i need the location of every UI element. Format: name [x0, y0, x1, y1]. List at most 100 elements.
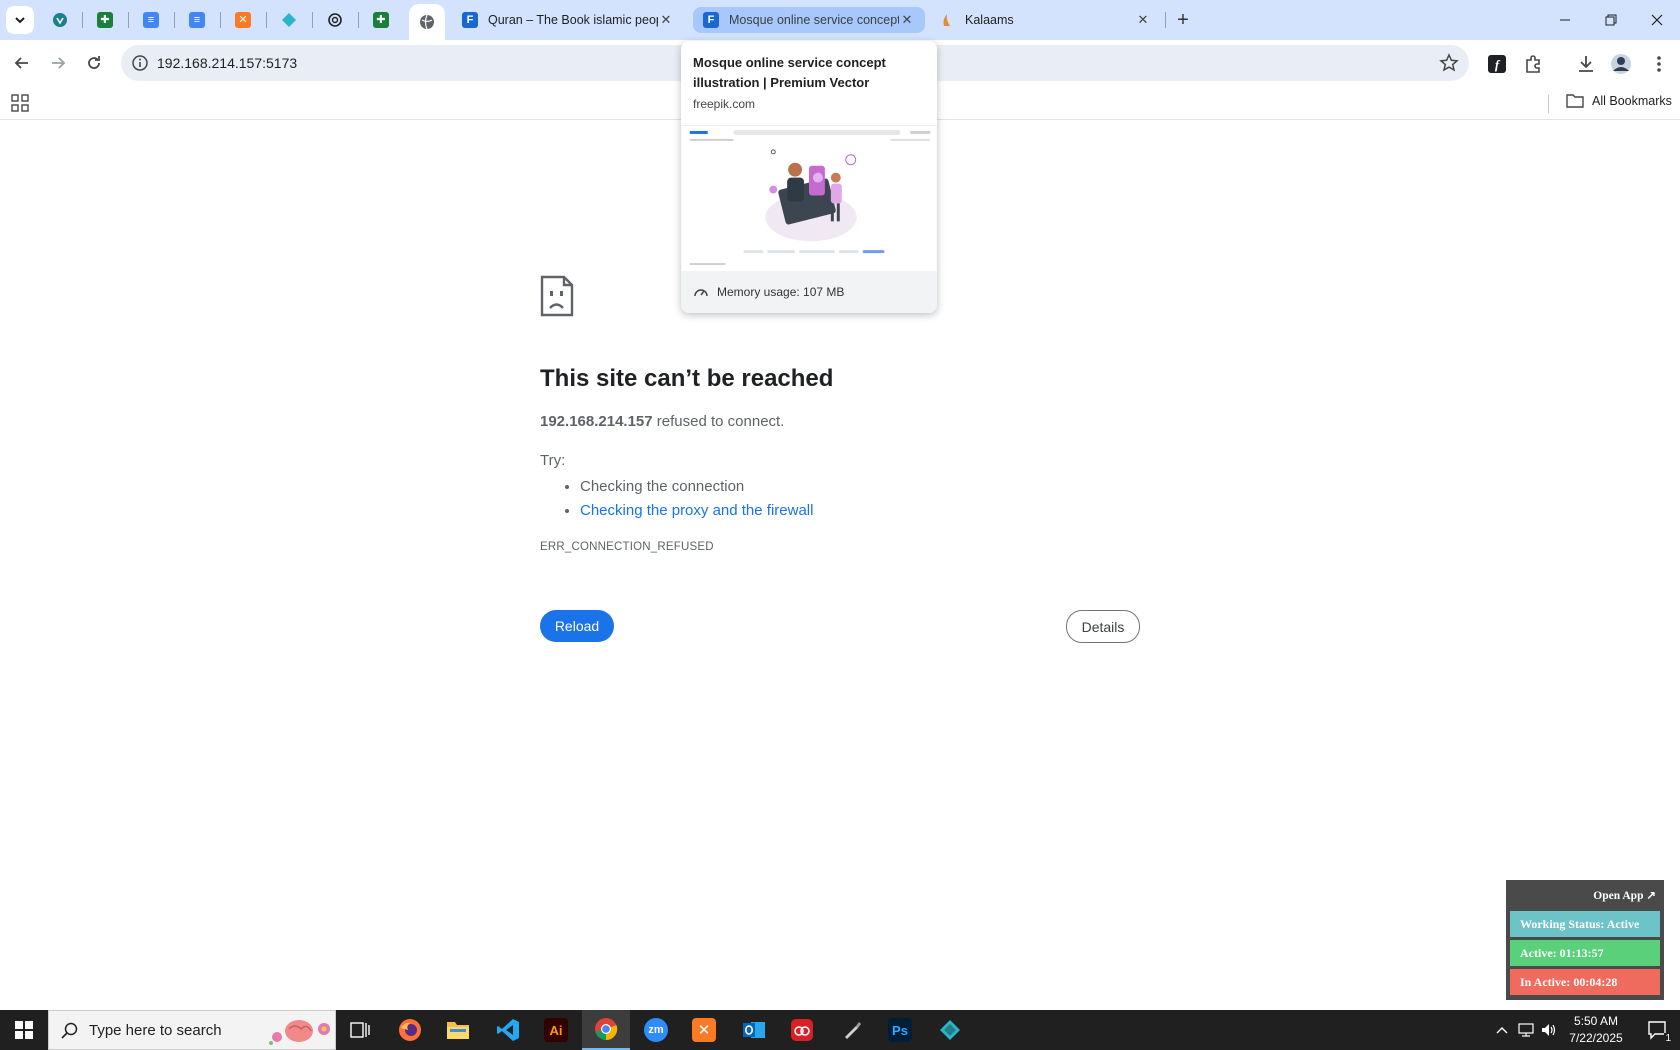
tab-mosque[interactable]: F Mosque online service concept ✕: [693, 7, 925, 33]
puzzle-icon: [1526, 55, 1540, 73]
chrome-menu-button[interactable]: [1648, 53, 1670, 75]
error-code: ERR_CONNECTION_REFUSED: [540, 541, 714, 553]
restore-button[interactable]: [1588, 0, 1634, 40]
reload-button[interactable]: Reload: [540, 610, 614, 642]
taskbar-chrome[interactable]: [582, 1010, 630, 1050]
openai-icon: [328, 13, 342, 27]
notification-center-button[interactable]: 1: [1636, 1010, 1680, 1050]
details-button[interactable]: Details: [1066, 610, 1140, 643]
pinned-tab-docs-2[interactable]: ≡: [179, 4, 215, 36]
restore-icon: [1605, 14, 1617, 26]
close-window-button[interactable]: [1634, 0, 1680, 40]
back-button[interactable]: [6, 47, 38, 79]
google-sheets-icon: ✚: [97, 12, 113, 28]
minimize-icon: [1560, 19, 1570, 21]
taskbar-vscode[interactable]: [484, 1010, 532, 1050]
windows-taskbar: Type here to search Ai zm ✕ Ps 5:50 AM 7…: [0, 1010, 1680, 1050]
folder-icon: [1566, 94, 1584, 108]
proxy-firewall-link[interactable]: Checking the proxy and the firewall: [580, 502, 813, 519]
downloads-button[interactable]: [1575, 53, 1597, 75]
close-icon[interactable]: ✕: [899, 12, 915, 28]
pinned-tab-openai[interactable]: [317, 4, 353, 36]
extensions-button[interactable]: [1522, 53, 1544, 75]
bookmark-star-icon[interactable]: [1439, 53, 1459, 73]
pinned-tab-xampp[interactable]: ✕: [225, 4, 261, 36]
error-host: 192.168.214.157: [540, 413, 653, 430]
taskbar-search-box[interactable]: Type here to search: [48, 1010, 336, 1050]
error-message-text: refused to connect.: [652, 413, 785, 430]
taskbar-file-explorer[interactable]: [434, 1010, 482, 1050]
diamond-app-icon: [940, 1020, 960, 1040]
diamond-app-icon: [282, 13, 296, 27]
pinned-tab-diamond[interactable]: [271, 4, 307, 36]
firefox-icon: [399, 1019, 421, 1041]
activity-tracker-widget: Open App ↗ Working Status: Active Active…: [1506, 880, 1664, 1000]
close-icon[interactable]: ✕: [658, 12, 674, 28]
close-icon[interactable]: ✕: [1135, 12, 1151, 28]
volume-icon: [1542, 1024, 1556, 1036]
show-hidden-icons-button[interactable]: [1490, 1010, 1514, 1050]
taskbar-pen-tool[interactable]: [828, 1010, 876, 1050]
all-bookmarks-button[interactable]: All Bookmarks: [1566, 93, 1672, 109]
url-text[interactable]: 192.168.214.157:5173: [157, 55, 297, 71]
pinned-tab-sheets-1[interactable]: ✚: [87, 4, 123, 36]
google-docs-icon: ≡: [189, 12, 205, 28]
suggestion-text: Checking the connection: [580, 478, 745, 495]
start-button[interactable]: [0, 1010, 48, 1050]
google-docs-icon: ≡: [143, 12, 159, 28]
page-preview-thumbnail: [681, 125, 937, 271]
notification-count: 1: [1664, 1033, 1672, 1044]
xampp-icon: ✕: [235, 12, 251, 28]
close-icon: [1651, 14, 1663, 26]
tab-title: Mosque online service concept: [729, 13, 899, 27]
pinned-tab-vpn[interactable]: [42, 4, 78, 36]
clock-time: 5:50 AM: [1573, 1014, 1619, 1028]
taskbar-firefox[interactable]: [386, 1010, 434, 1050]
freepik-icon: F: [462, 12, 478, 28]
taskbar-creative-cloud[interactable]: [778, 1010, 826, 1050]
file-explorer-icon: [447, 1022, 469, 1039]
minimize-button[interactable]: [1542, 0, 1588, 40]
reload-icon: [88, 56, 100, 69]
taskbar-photoshop[interactable]: Ps: [876, 1010, 924, 1050]
taskbar-xampp[interactable]: ✕: [680, 1010, 728, 1050]
tab-strip: ✚ ≡ ≡ ✕ ✚ F Quran – The Book islamic peo…: [0, 0, 1680, 40]
hover-card-title: Mosque online service concept illustrati…: [693, 55, 886, 90]
clock-date: 7/22/2025: [1569, 1031, 1623, 1045]
taskbar-outlook[interactable]: [730, 1010, 778, 1050]
formula-extension-button[interactable]: f: [1486, 53, 1508, 75]
tab-kalaams[interactable]: Kalaams ✕: [929, 4, 1161, 36]
arrow-left-icon: [14, 57, 28, 69]
taskbar-zoom[interactable]: zm: [632, 1010, 680, 1050]
error-title: This site can’t be reached: [540, 365, 834, 392]
apps-grid-icon[interactable]: [11, 94, 29, 112]
chrome-icon: [595, 1018, 618, 1041]
suggestion-list: Checking the connection Checking the pro…: [580, 476, 813, 524]
suggestion-item[interactable]: Checking the proxy and the firewall: [580, 500, 813, 524]
new-tab-button[interactable]: +: [1171, 8, 1195, 32]
taskbar-diamond-app[interactable]: [926, 1010, 974, 1050]
system-clock[interactable]: 5:50 AM 7/22/2025: [1560, 1013, 1632, 1047]
task-view-button[interactable]: [336, 1010, 384, 1050]
reload-toolbar-button[interactable]: [78, 47, 110, 79]
zoom-icon: zm: [644, 1018, 668, 1042]
forward-button[interactable]: [42, 47, 74, 79]
info-icon[interactable]: [131, 54, 149, 72]
tab-hover-card: Mosque online service concept illustrati…: [681, 41, 937, 313]
task-view-icon: [350, 1022, 370, 1038]
vpn-shield-icon: [53, 13, 67, 27]
profile-avatar-button[interactable]: [1610, 53, 1632, 75]
volume-button[interactable]: [1538, 1010, 1560, 1050]
pinned-tab-active-globe[interactable]: [409, 4, 445, 40]
brain-flower-icon: [269, 1020, 330, 1045]
all-bookmarks-label: All Bookmarks: [1592, 94, 1672, 108]
taskbar-illustrator[interactable]: Ai: [532, 1010, 580, 1050]
open-app-link[interactable]: Open App ↗: [1593, 888, 1656, 902]
illustrator-icon: Ai: [544, 1018, 568, 1042]
pinned-tab-docs-1[interactable]: ≡: [133, 4, 169, 36]
tab-title: Kalaams: [965, 13, 1014, 27]
tab-search-button[interactable]: [6, 6, 34, 34]
pinned-tab-sheets-2[interactable]: ✚: [363, 4, 399, 36]
tab-quran[interactable]: F Quran – The Book islamic peop ✕: [452, 4, 684, 36]
network-button[interactable]: [1516, 1010, 1538, 1050]
